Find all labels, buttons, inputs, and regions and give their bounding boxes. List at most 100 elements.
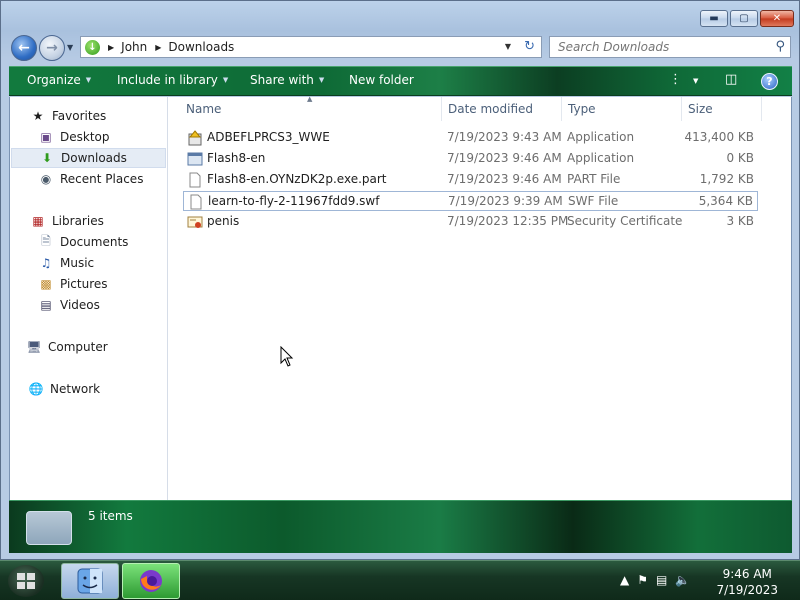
- maximize-button[interactable]: ▢: [730, 10, 758, 27]
- column-header-size[interactable]: Size: [682, 97, 762, 121]
- file-type: Application: [567, 130, 635, 144]
- recent-places-icon: ◉: [40, 172, 52, 186]
- address-dropdown-icon[interactable]: ▼: [505, 42, 511, 51]
- file-name: ADBEFLPRCS3_WWE: [207, 130, 330, 144]
- sidebar-item-network[interactable]: 🌐 Network: [10, 379, 167, 399]
- details-pane: 5 items: [9, 500, 792, 553]
- close-button[interactable]: ✕: [760, 10, 794, 27]
- sidebar-item-desktop[interactable]: ▣ Desktop: [10, 127, 167, 147]
- sidebar-item-label: Pictures: [60, 277, 108, 291]
- search-input[interactable]: [550, 40, 760, 54]
- file-date: 7/19/2023 9:46 AM: [447, 172, 562, 186]
- file-name: penis: [207, 214, 240, 228]
- refresh-icon[interactable]: ↻: [524, 39, 535, 54]
- blank-file-icon: [187, 172, 203, 188]
- include-in-library-label: Include in library: [117, 73, 218, 87]
- sidebar-item-recent-places[interactable]: ◉ Recent Places: [10, 169, 167, 189]
- include-in-library-button[interactable]: Include in library ▼: [117, 73, 228, 87]
- sidebar-item-pictures[interactable]: ▩ Pictures: [10, 274, 167, 294]
- explorer-window: ▬ ▢ ✕ ← → ▼ ↓ ▶ John ▶ Downloads ▼ ↻ ⚲ O…: [0, 0, 800, 560]
- clock[interactable]: 9:46 AM 7/19/2023: [716, 566, 778, 598]
- column-header-label: Name: [186, 102, 222, 116]
- back-button[interactable]: ←: [11, 35, 37, 61]
- taskbar-explorer-button[interactable]: [61, 563, 119, 599]
- window-controls: ▬ ▢ ✕: [700, 10, 794, 27]
- sidebar-item-label: Music: [60, 256, 95, 270]
- address-row: ← → ▼ ↓ ▶ John ▶ Downloads ▼ ↻ ⚲: [1, 34, 799, 62]
- file-row[interactable]: ADBEFLPRCS3_WWE 7/19/2023 9:43 AM Applic…: [183, 128, 758, 148]
- file-row[interactable]: Flash8-en.OYNzDK2p.exe.part 7/19/2023 9:…: [183, 170, 758, 190]
- help-button[interactable]: ?: [761, 73, 778, 90]
- organize-button[interactable]: Organize ▼: [27, 73, 91, 87]
- address-bar[interactable]: ↓ ▶ John ▶ Downloads ▼ ↻: [80, 36, 542, 58]
- blank-file-icon: [188, 194, 204, 210]
- certificate-icon: [187, 214, 203, 230]
- column-header-type[interactable]: Type: [562, 97, 682, 121]
- firefox-icon: [140, 570, 162, 592]
- action-center-flag-icon[interactable]: ⚑: [637, 573, 648, 587]
- file-row[interactable]: Flash8-en 7/19/2023 9:46 AM Application …: [183, 149, 758, 169]
- file-date: 7/19/2023 9:43 AM: [447, 130, 562, 144]
- file-type: Application: [567, 151, 635, 165]
- pictures-icon: ▩: [40, 277, 52, 291]
- column-header-label: Date modified: [448, 102, 534, 116]
- videos-icon: ▤: [40, 298, 52, 312]
- sidebar-item-computer[interactable]: 🖥 Computer: [10, 337, 167, 357]
- finder-icon: [77, 568, 103, 594]
- volume-muted-icon[interactable]: 🔈: [675, 573, 690, 587]
- change-view-icon[interactable]: ⋮: [669, 72, 682, 87]
- breadcrumb-john[interactable]: John: [121, 40, 147, 54]
- sidebar-item-downloads[interactable]: ⬇ Downloads: [11, 148, 166, 168]
- file-size: 413,400 KB: [684, 130, 754, 144]
- forward-button[interactable]: →: [39, 35, 65, 61]
- organize-label: Organize: [27, 73, 81, 87]
- file-row[interactable]: learn-to-fly-2-11967fdd9.swf 7/19/2023 9…: [183, 191, 758, 211]
- back-arrow-icon: ←: [18, 40, 30, 56]
- breadcrumb-separator-icon[interactable]: ▶: [155, 43, 161, 52]
- breadcrumb-separator-icon[interactable]: ▶: [108, 43, 114, 52]
- minimize-button[interactable]: ▬: [700, 10, 728, 27]
- file-date: 7/19/2023 9:46 AM: [447, 151, 562, 165]
- favorites-header[interactable]: ★ Favorites: [30, 106, 166, 126]
- sidebar-item-documents[interactable]: 🗎 Documents: [10, 232, 167, 252]
- folder-icon: [26, 511, 72, 545]
- new-folder-button[interactable]: New folder: [349, 73, 414, 87]
- navigation-pane: ★ Favorites ▣ Desktop ⬇ Downloads ◉ Rece…: [10, 97, 168, 500]
- search-box[interactable]: ⚲: [549, 36, 791, 58]
- sidebar-item-label: Downloads: [61, 151, 127, 165]
- sidebar-item-label: Desktop: [60, 130, 110, 144]
- file-date: 7/19/2023 9:39 AM: [448, 194, 563, 208]
- sidebar-item-music[interactable]: ♫ Music: [10, 253, 167, 273]
- sidebar-item-label: Network: [50, 382, 101, 396]
- chevron-down-icon: ▼: [318, 76, 325, 84]
- file-name: learn-to-fly-2-11967fdd9.swf: [208, 194, 380, 208]
- start-button[interactable]: [8, 565, 44, 597]
- breadcrumb-downloads[interactable]: Downloads: [168, 40, 234, 54]
- show-hidden-icons-icon[interactable]: ▲: [620, 573, 629, 587]
- file-name: Flash8-en: [207, 151, 266, 165]
- title-bar[interactable]: ▬ ▢ ✕: [1, 1, 799, 31]
- libraries-header[interactable]: ▦ Libraries: [10, 211, 167, 231]
- file-size: 0 KB: [726, 151, 754, 165]
- view-options-dropdown-icon[interactable]: ▼: [693, 77, 698, 85]
- preview-pane-icon[interactable]: ◫: [725, 72, 737, 87]
- taskbar-firefox-button[interactable]: [122, 563, 180, 599]
- file-list: Name ▲ Date modified Type Size ADBEFLPRC…: [169, 95, 792, 500]
- network-status-icon[interactable]: ▤: [656, 573, 667, 587]
- music-icon: ♫: [40, 256, 52, 270]
- documents-icon: 🗎: [41, 233, 51, 248]
- star-icon: ★: [32, 109, 44, 123]
- column-header-date[interactable]: Date modified: [442, 97, 562, 121]
- search-icon[interactable]: ⚲: [775, 39, 785, 54]
- share-with-button[interactable]: Share with ▼: [250, 73, 324, 87]
- installer-icon: [187, 130, 203, 146]
- column-header-label: Type: [568, 102, 596, 116]
- column-header-name[interactable]: Name ▲: [169, 95, 442, 121]
- column-header-label: Size: [688, 102, 713, 116]
- file-row[interactable]: penis 7/19/2023 12:35 PM Security Certif…: [183, 212, 758, 232]
- file-size: 1,792 KB: [699, 172, 754, 186]
- file-type: Security Certificate: [567, 214, 683, 228]
- clock-time: 9:46 AM: [722, 567, 772, 581]
- recent-pages-dropdown-icon[interactable]: ▼: [67, 43, 73, 52]
- sidebar-item-videos[interactable]: ▤ Videos: [10, 295, 167, 315]
